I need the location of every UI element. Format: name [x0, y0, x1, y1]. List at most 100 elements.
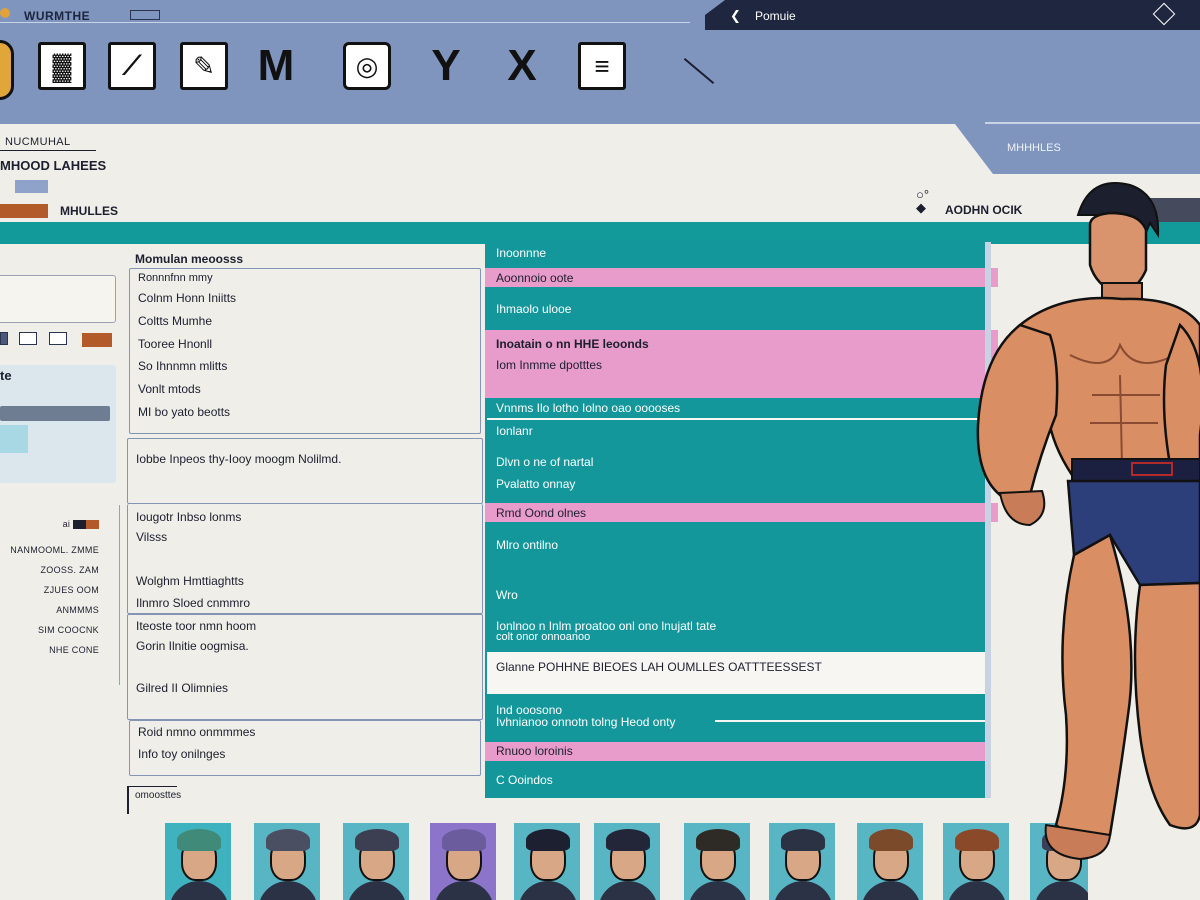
character-illustration: [976, 182, 1200, 861]
info-panel: Inoonnne Aoonnoio oote Ihmaolo ulooe Ino…: [485, 240, 998, 798]
back-chevron-icon[interactable]: ❮: [730, 8, 741, 24]
list-item[interactable]: Info toy onilnges: [138, 747, 225, 761]
info-row[interactable]: Inoonnne: [496, 246, 546, 260]
info-row[interactable]: Ihmaolo ulooe: [496, 302, 571, 316]
character-portrait[interactable]: [769, 823, 835, 900]
info-row[interactable]: Iom Inmme dpotttes: [496, 358, 602, 372]
portrait-body: [688, 881, 748, 900]
sidebar-search-box[interactable]: [0, 275, 116, 323]
y-icon[interactable]: Y: [422, 41, 470, 90]
list-item[interactable]: Ilnmro Sloed cnmmro: [136, 596, 250, 610]
portrait-body: [1034, 881, 1088, 900]
info-row[interactable]: Wro: [496, 588, 518, 602]
diamond-icon[interactable]: ◆: [916, 200, 926, 215]
mountain-icon[interactable]: M: [252, 41, 300, 90]
sidebar-stats: ai NANMOOML. ZMME ZOOSS. ZAM ZJUES OOM A…: [0, 505, 120, 685]
list-item[interactable]: So Ihnnmn mlitts: [138, 359, 227, 373]
title-underline: [0, 22, 690, 23]
list-item[interactable]: MI bo yato beotts: [138, 405, 230, 419]
list-item[interactable]: Iteoste toor nmn hoom: [136, 619, 256, 633]
info-row[interactable]: Vnnms Ilo lotho Iolno oao ooooses: [496, 401, 680, 415]
sidebar-card-bar[interactable]: [0, 406, 110, 421]
list-item[interactable]: Colnm Honn Iniitts: [138, 291, 236, 305]
list-note-box: Iobbe Inpeos thy-Iooy moogm Nolilmd.: [127, 438, 483, 504]
info-row[interactable]: Aoonnoio oote: [496, 271, 573, 285]
page-title: MHOOD LAHEES: [0, 158, 107, 173]
modes-tab[interactable]: [955, 124, 1200, 174]
list-group: Iteoste toor nmn hoom Gorin Ilnitie oogm…: [127, 614, 483, 720]
info-row[interactable]: Ivhnianoo onnotn tolng Heod onty: [496, 715, 675, 729]
list-item[interactable]: Gorin Ilnitie oogmisa.: [136, 639, 249, 653]
list-item[interactable]: Iougotr Inbso lonms: [136, 510, 241, 524]
portrait-hair: [526, 829, 570, 851]
sidebar-chip-row: [0, 332, 74, 350]
color-swatch-rust[interactable]: [0, 204, 48, 218]
info-row[interactable]: Rmd Oond olnes: [496, 506, 586, 520]
nav-label[interactable]: Pomuie: [755, 9, 796, 23]
portrait-hair: [442, 829, 486, 851]
character-portrait[interactable]: [514, 823, 580, 900]
color-swatch-blue[interactable]: [15, 180, 48, 193]
stack-icon[interactable]: ≡: [578, 42, 626, 90]
modes-label[interactable]: MHHHLES: [1007, 142, 1061, 154]
stat-row: SIM COOCNK: [37, 625, 99, 635]
tab-label[interactable]: MHULLES: [60, 204, 118, 218]
subtitle-underline: [0, 150, 96, 151]
info-row[interactable]: C Ooindos: [496, 773, 553, 787]
chip-3[interactable]: [48, 332, 67, 345]
character-portrait[interactable]: [684, 823, 750, 900]
sidebar-card-swatch: [0, 425, 28, 453]
character-portrait[interactable]: [254, 823, 320, 900]
action-icons[interactable]: ○° ◆: [916, 188, 929, 214]
logo-dot: [0, 8, 10, 18]
portrait-body: [773, 881, 833, 900]
footer-rule: [127, 786, 177, 787]
character-portrait[interactable]: [343, 823, 409, 900]
portrait-body: [258, 881, 318, 900]
info-row[interactable]: Glanne POHHNE BIEOES LAH OUMLLES OATTTEE…: [496, 660, 822, 674]
portrait-body: [861, 881, 921, 900]
info-row[interactable]: Ionlanr: [496, 424, 533, 438]
title-tag[interactable]: [130, 10, 160, 20]
target-icon[interactable]: ◎: [343, 42, 391, 90]
character-portrait[interactable]: [165, 823, 231, 900]
info-row[interactable]: Rnuoo loroinis: [496, 744, 573, 758]
chip-1[interactable]: [0, 332, 8, 345]
list-item[interactable]: Wolghm Hmttiaghtts: [136, 574, 244, 588]
list-group: Iougotr Inbso lonms Vilsss Wolghm Hmttia…: [127, 504, 483, 614]
list-item[interactable]: Gilred II Olimnies: [136, 681, 228, 695]
list-item[interactable]: Tooree Hnonll: [138, 337, 212, 351]
list-note: Iobbe Inpeos thy-Iooy moogm Nolilmd.: [136, 452, 342, 466]
portrait-hair: [696, 829, 740, 851]
list-item[interactable]: Vilsss: [136, 530, 167, 544]
info-row[interactable]: Dlvn o ne of nartal: [496, 455, 593, 469]
character-portrait[interactable]: [857, 823, 923, 900]
list-item[interactable]: Vonlt mtods: [138, 382, 201, 396]
list-item[interactable]: Ronnnfnn mmy: [138, 272, 213, 284]
chip-2[interactable]: [19, 332, 38, 345]
list-item[interactable]: Coltts Mumhe: [138, 314, 212, 328]
list-item[interactable]: Roid nmno onmmmes: [138, 725, 255, 739]
section-subtitle: NUCMUHAL: [5, 136, 71, 148]
logo-icon[interactable]: [0, 40, 14, 100]
character-portrait[interactable]: [430, 823, 496, 900]
sidebar-card-title: te: [0, 368, 12, 383]
edit-icon[interactable]: ✎: [180, 42, 228, 90]
slash-box-icon[interactable]: ⟋: [108, 42, 156, 90]
portrait-body: [347, 881, 407, 900]
flag-icon: [73, 520, 99, 530]
chart-icon[interactable]: ▓: [38, 42, 86, 90]
character-portrait[interactable]: [594, 823, 660, 900]
info-row[interactable]: Mlro ontilno: [496, 538, 558, 552]
portrait-hair: [606, 829, 650, 851]
info-row[interactable]: Inoatain o nn HHE leoonds: [496, 337, 649, 351]
info-row[interactable]: colt onor onnoanoo: [496, 631, 590, 643]
list-group: Ronnnfnn mmy Colnm Honn Iniitts Coltts M…: [129, 268, 481, 434]
chip-accent[interactable]: [82, 333, 112, 347]
x-icon[interactable]: X: [498, 41, 546, 90]
portrait-hair: [266, 829, 310, 851]
move-list: Momulan meoosss Ronnnfnn mmy Colnm Honn …: [127, 250, 483, 790]
info-row[interactable]: Pvalatto onnay: [496, 477, 575, 491]
info-divider: [715, 720, 985, 722]
modes-line: [985, 122, 1200, 124]
